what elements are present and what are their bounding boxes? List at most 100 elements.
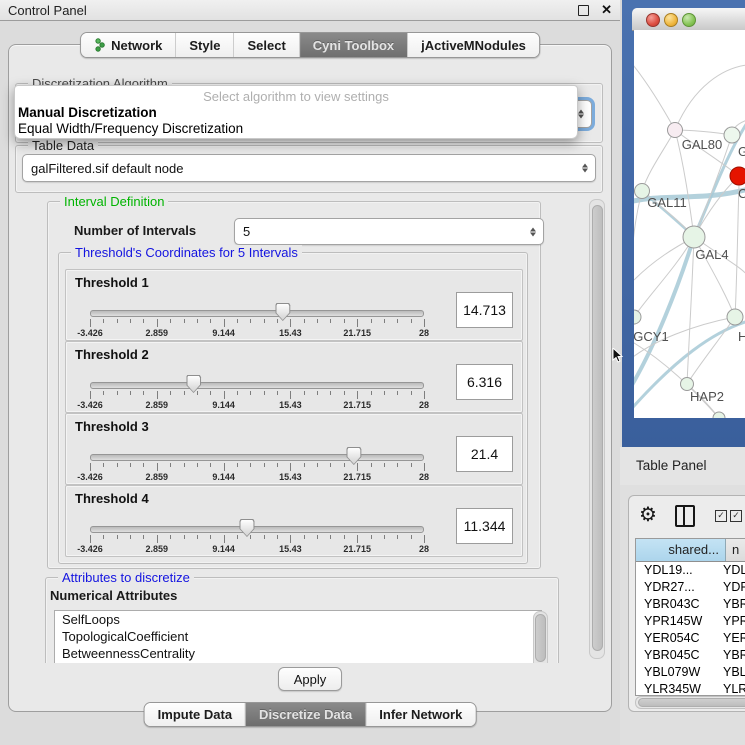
tick-label: -3.426: [77, 544, 103, 554]
slider-thumb[interactable]: [346, 447, 361, 465]
apply-button[interactable]: Apply: [278, 667, 342, 691]
algorithm-option-equal-width[interactable]: Equal Width/Frequency Discretization: [18, 121, 243, 136]
cell-shared-name: YER054C: [636, 630, 719, 647]
threshold-value-field[interactable]: 6.316: [456, 364, 513, 400]
table-row[interactable]: YBR045CYBR0: [636, 647, 745, 664]
network-node[interactable]: [634, 310, 641, 324]
attribute-list-item[interactable]: BetweennessCentrality: [55, 645, 541, 662]
gear-icon[interactable]: ⚙: [639, 502, 657, 527]
table-row[interactable]: YLR345WYLR3: [636, 681, 745, 696]
tick-label: 15.43: [279, 328, 302, 338]
tick-label: 28: [419, 328, 429, 338]
tab-network[interactable]: Network: [81, 33, 176, 57]
network-node-selected[interactable]: [730, 167, 745, 185]
tab-infer-network[interactable]: Infer Network: [366, 703, 475, 726]
attribute-list-item[interactable]: TopologicalCoefficient: [55, 628, 541, 645]
tick-label: 21.715: [343, 328, 371, 338]
table-panel-title: Table Panel: [636, 458, 707, 473]
threshold-label: Threshold 2: [75, 347, 149, 362]
tick-label: 9.144: [212, 472, 235, 482]
tick-label: 28: [419, 472, 429, 482]
network-node-label: GAL4: [695, 247, 728, 262]
tab-style[interactable]: Style: [176, 33, 234, 57]
tab-select[interactable]: Select: [234, 33, 299, 57]
algorithm-option-manual[interactable]: Manual Discretization: [18, 105, 157, 120]
slider-thumb[interactable]: [275, 303, 290, 321]
slider-thumb[interactable]: [239, 519, 254, 537]
node-table: shared... n YDL19...YDL1YDR27...YDR2YBR0…: [635, 538, 745, 696]
network-icon: [94, 38, 106, 52]
threshold-value-field[interactable]: 11.344: [456, 508, 513, 544]
threshold-slider[interactable]: -3.4262.8599.14415.4321.71528: [90, 376, 424, 410]
tab-label: Select: [247, 38, 285, 53]
cell-shared-name: YDR27...: [636, 579, 719, 596]
tick-label: 9.144: [212, 400, 235, 410]
tab-impute-data[interactable]: Impute Data: [145, 703, 246, 726]
number-of-intervals-combobox[interactable]: 5: [234, 218, 544, 245]
close-icon[interactable]: ✕: [601, 2, 612, 18]
close-traffic-light-icon[interactable]: [646, 13, 660, 27]
control-panel-window: Control Panel ✕ NetworkStyleSelectCyni T…: [0, 0, 621, 745]
column-header-shared-name[interactable]: shared...: [636, 539, 726, 561]
table-row[interactable]: YER054CYER0: [636, 630, 745, 647]
tab-label: jActiveMNodules: [421, 38, 526, 53]
slider-track[interactable]: [90, 310, 424, 317]
tab-label: Infer Network: [379, 707, 462, 722]
slider-track[interactable]: [90, 382, 424, 389]
threshold-value-field[interactable]: 21.4: [456, 436, 513, 472]
numerical-attributes-label: Numerical Attributes: [50, 588, 177, 603]
cell-name: YER0: [719, 630, 745, 647]
slider-ticks: [90, 391, 424, 399]
interval-definition-group: Interval Definition Number of Intervals …: [47, 201, 541, 569]
tab-cyni-toolbox[interactable]: Cyni Toolbox: [300, 33, 408, 57]
threshold-slider[interactable]: -3.4262.8599.14415.4321.71528: [90, 520, 424, 554]
thresholds-group-title: Threshold's Coordinates for 5 Intervals: [71, 245, 302, 260]
tick-label: 15.43: [279, 544, 302, 554]
table-row[interactable]: YPR145WYPR1: [636, 613, 745, 630]
tab-jactivemnodules[interactable]: jActiveMNodules: [408, 33, 539, 57]
minimize-traffic-light-icon[interactable]: [664, 13, 678, 27]
table-data-group-title: Table Data: [28, 138, 98, 153]
table-row[interactable]: YBR043CYBR0: [636, 596, 745, 613]
checkbox-icon[interactable]: ✓: [730, 510, 742, 522]
numerical-attributes-list[interactable]: SelfLoopsTopologicalCoefficientBetweenne…: [54, 610, 542, 663]
tick-label: 21.715: [343, 400, 371, 410]
slider-track[interactable]: [90, 454, 424, 461]
network-node[interactable]: [683, 226, 705, 248]
network-node[interactable]: [668, 123, 683, 138]
interval-definition-title: Interval Definition: [60, 195, 168, 209]
cell-shared-name: YBL079W: [636, 664, 719, 681]
threshold-slider[interactable]: -3.4262.8599.14415.4321.71528: [90, 304, 424, 338]
network-node[interactable]: [724, 127, 740, 143]
table-horizontal-scrollbar[interactable]: [635, 696, 745, 709]
threshold-panel-1: Threshold 1-3.4262.8599.14415.4321.71528…: [65, 269, 523, 341]
cell-name: YBL0: [719, 664, 745, 681]
attributes-scrollbar[interactable]: [533, 611, 548, 663]
right-pane: GAL80GACGAL11GAL4GCY1HHAP2 Table Panel ⚙…: [620, 0, 745, 745]
settings-scrollbar[interactable]: [589, 199, 605, 659]
slider-track[interactable]: [90, 526, 424, 533]
algorithm-placeholder-option[interactable]: Select algorithm to view settings: [15, 89, 577, 104]
cell-name: YDR2: [719, 579, 745, 596]
attribute-list-item[interactable]: SelfLoops: [55, 611, 541, 628]
tick-label: -3.426: [77, 472, 103, 482]
float-window-icon[interactable]: [578, 5, 589, 16]
table-row[interactable]: YDR27...YDR2: [636, 579, 745, 596]
checkbox-icon[interactable]: ✓: [715, 510, 727, 522]
number-of-intervals-value: 5: [243, 224, 250, 239]
table-data-combobox[interactable]: galFiltered.sif default node: [22, 154, 596, 182]
zoom-traffic-light-icon[interactable]: [682, 13, 696, 27]
network-node[interactable]: [727, 309, 743, 325]
mouse-cursor: [612, 348, 624, 364]
tick-label: 28: [419, 400, 429, 410]
threshold-value-field[interactable]: 14.713: [456, 292, 513, 328]
column-header-name[interactable]: n: [726, 539, 745, 561]
table-row[interactable]: YBL079WYBL0: [636, 664, 745, 681]
columns-icon[interactable]: [675, 505, 695, 527]
threshold-slider[interactable]: -3.4262.8599.14415.4321.71528: [90, 448, 424, 482]
table-row[interactable]: YDL19...YDL1: [636, 562, 745, 579]
slider-thumb[interactable]: [186, 375, 201, 393]
tab-label: Cyni Toolbox: [313, 38, 394, 53]
network-canvas[interactable]: GAL80GACGAL11GAL4GCY1HHAP2: [634, 30, 745, 418]
tab-discretize-data[interactable]: Discretize Data: [246, 703, 366, 726]
